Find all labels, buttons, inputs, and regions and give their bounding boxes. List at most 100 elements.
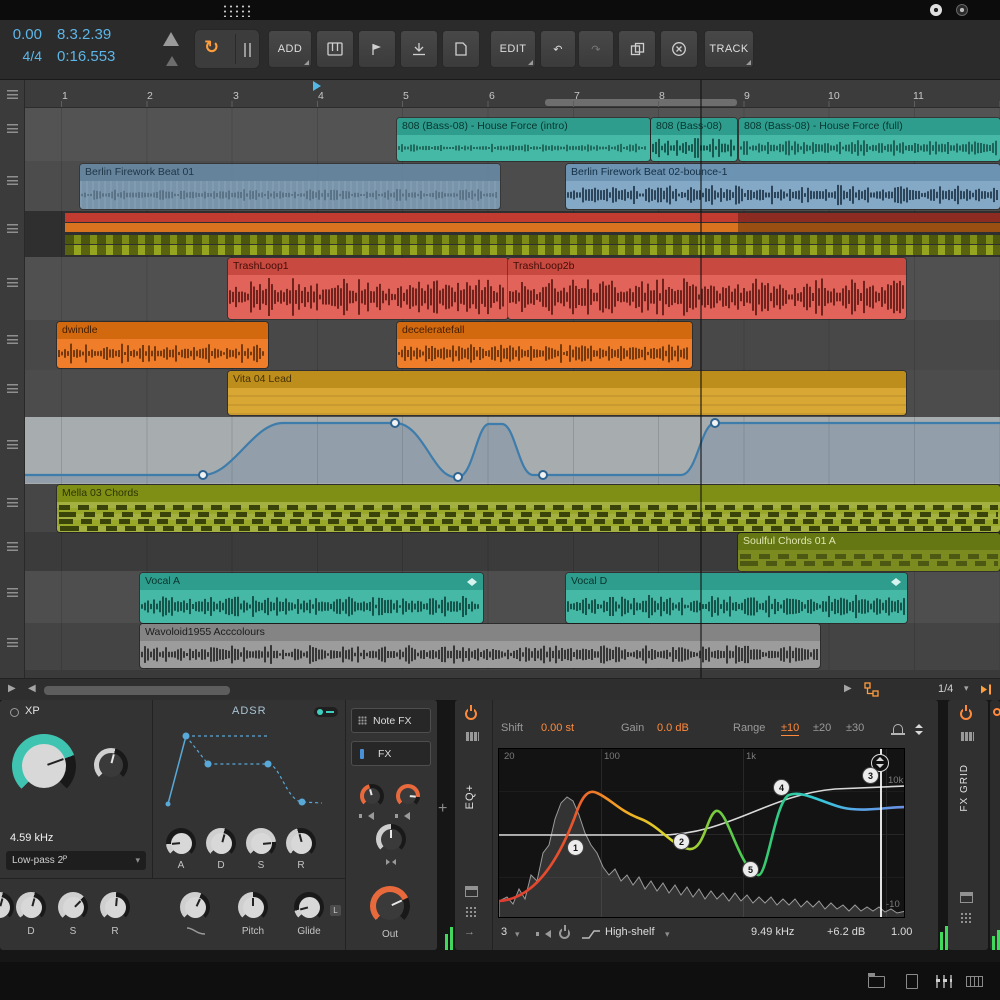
device-power-icon[interactable]	[465, 708, 477, 720]
fx-send-1-knob[interactable]	[360, 784, 384, 808]
spectrum-toggle-icon[interactable]	[915, 724, 923, 735]
range-30-option[interactable]: ±30	[846, 722, 864, 734]
clip-bass-intro[interactable]: 808 (Bass-08) - House Force (intro)	[397, 118, 650, 161]
track-menu-icon[interactable]	[7, 176, 18, 185]
mod-s-knob[interactable]	[58, 892, 88, 922]
sustain-knob[interactable]	[246, 828, 276, 858]
clip-vita-lead[interactable]: Vita 04 Lead	[228, 371, 906, 415]
clip-bass-full[interactable]: 808 (Bass-08) - House Force (full)	[739, 118, 1000, 161]
play-start-marker[interactable]	[313, 81, 321, 91]
scroll-right-icon[interactable]: ◀	[28, 683, 36, 694]
device-name-vertical[interactable]: EQ+	[464, 784, 476, 809]
onscreen-keyboard-icon[interactable]	[966, 976, 983, 987]
gain-value[interactable]: 0.0 dB	[657, 722, 689, 734]
device-power-icon[interactable]	[993, 708, 1000, 716]
mod-d-knob[interactable]	[16, 892, 46, 922]
track-menu-icon[interactable]	[7, 124, 18, 133]
band-freq-value[interactable]: 9.49 kHz	[751, 926, 794, 938]
mini-clip-strip-orange[interactable]	[65, 223, 738, 232]
track-menu-icon[interactable]	[7, 384, 18, 393]
track-menu-icon[interactable]	[7, 278, 18, 287]
timeline-ruler[interactable]: 1 2 3 4 5 6 7 8 9 10 11	[0, 80, 1000, 108]
pen-tool-button[interactable]	[316, 30, 354, 68]
filter-cutoff-knob[interactable]	[12, 734, 76, 798]
clip-trashloop1[interactable]: TrashLoop1	[228, 258, 508, 319]
clip-fade-icon[interactable]	[890, 578, 902, 586]
punch-icon[interactable]	[244, 43, 253, 57]
velocity-mod-knob[interactable]	[376, 824, 406, 854]
add-device-button[interactable]: +	[438, 800, 447, 818]
clip-wavoloid[interactable]: Wavoloid1955 Acccolours	[140, 624, 820, 668]
eq-band-4-handle[interactable]: 4	[774, 780, 789, 795]
playhead-position-display[interactable]: 8.3.2.39	[57, 26, 111, 43]
band-select[interactable]: 3	[501, 926, 507, 938]
bitwig-dots-logo-icon[interactable]	[222, 4, 252, 17]
fx-send-2-knob[interactable]	[396, 784, 420, 808]
attack-knob[interactable]	[166, 828, 196, 858]
clip-vocal-d[interactable]: Vocal D	[566, 573, 907, 623]
remote-controls-icon[interactable]	[465, 906, 477, 918]
eq-band-1-handle[interactable]: 1	[568, 840, 583, 855]
record-status-icon[interactable]	[930, 4, 942, 16]
expand-window-icon[interactable]	[960, 892, 973, 903]
browser-panel-icon[interactable]	[868, 976, 885, 988]
band-gain-value[interactable]: +6.2 dB	[827, 926, 865, 938]
band-select-caret[interactable]: ▾	[515, 929, 520, 940]
filter-env-knob[interactable]	[180, 892, 210, 922]
mini-clip-strip-green-2[interactable]	[65, 245, 1000, 255]
range-20-option[interactable]: ±20	[813, 722, 831, 734]
mod-knob-cut[interactable]	[0, 892, 14, 922]
mini-clip-strip-red-2[interactable]	[738, 213, 1000, 222]
clip-deceleratefall[interactable]: deceleratefall	[397, 322, 692, 368]
release-knob[interactable]	[286, 828, 316, 858]
tempo-display[interactable]: 0.00	[0, 26, 42, 43]
pitch-knob[interactable]	[238, 892, 268, 922]
scroll-left-icon[interactable]: ▶	[8, 683, 16, 694]
adsr-envelope-graph[interactable]	[158, 722, 340, 814]
zoom-level[interactable]: 1/4	[938, 683, 953, 695]
metronome-icon[interactable]	[163, 32, 179, 46]
fx-chain-button[interactable]: FX	[351, 741, 431, 766]
band-type-caret[interactable]: ▾	[665, 929, 670, 940]
horizontal-scrollbar-thumb[interactable]	[44, 686, 230, 695]
track-menu-icon[interactable]	[7, 542, 18, 551]
track-menu-icon[interactable]	[7, 440, 18, 449]
track-menu-icon[interactable]	[7, 335, 18, 344]
band-power-icon[interactable]	[559, 928, 570, 939]
routing-icon[interactable]	[864, 682, 879, 697]
eq-band-2-handle[interactable]: 2	[674, 834, 689, 849]
automation-curve[interactable]	[25, 418, 1000, 483]
add-button[interactable]: ADD	[268, 30, 312, 68]
clip-mella-chords[interactable]: Mella 03 Chords	[57, 485, 1000, 532]
env-mode-toggle[interactable]	[314, 707, 338, 717]
mod-r-knob[interactable]	[100, 892, 130, 922]
output-volume-knob[interactable]	[370, 886, 410, 926]
band-3-frequency-line[interactable]	[880, 749, 882, 917]
play-from-here-icon[interactable]: ▶	[844, 683, 852, 694]
remote-controls-icon[interactable]	[960, 912, 972, 924]
decay-knob[interactable]	[206, 828, 236, 858]
track-menu-icon[interactable]	[7, 90, 18, 99]
clip-trashloop2b[interactable]: TrashLoop2b	[508, 258, 906, 319]
device-name-vertical[interactable]: FX GRID	[959, 764, 970, 812]
playhead-time-display[interactable]: 0:16.553	[57, 48, 115, 65]
band-q-value[interactable]: 1.00	[891, 926, 912, 938]
mini-clip-strip-red[interactable]	[65, 213, 738, 222]
clip-beat-02[interactable]: Berlin Firework Beat 02-bounce-1	[566, 164, 1000, 209]
marker-tool-button[interactable]	[358, 30, 396, 68]
eq-band-3-handle[interactable]: 3	[863, 768, 878, 783]
expand-window-icon[interactable]	[465, 886, 478, 897]
duplicate-button[interactable]	[618, 30, 656, 68]
shift-value[interactable]: 0.00 st	[541, 722, 574, 734]
playhead[interactable]	[700, 80, 702, 678]
inspector-panel-icon[interactable]	[906, 974, 918, 989]
groove-icon[interactable]	[166, 56, 178, 66]
filter-mode-dropdown[interactable]: Low-pass 2ᴾ▾	[6, 851, 146, 870]
band-type-value[interactable]: High-shelf	[605, 926, 655, 938]
mini-clip-strip-green-1[interactable]	[65, 235, 1000, 244]
track-button[interactable]: TRACK	[704, 30, 754, 68]
range-10-option[interactable]: ±10	[781, 722, 799, 736]
mini-clip-strip-orange-2[interactable]	[738, 223, 1000, 232]
filter-resonance-knob[interactable]	[94, 748, 128, 782]
clip-dwindle[interactable]: dwindle	[57, 322, 268, 368]
